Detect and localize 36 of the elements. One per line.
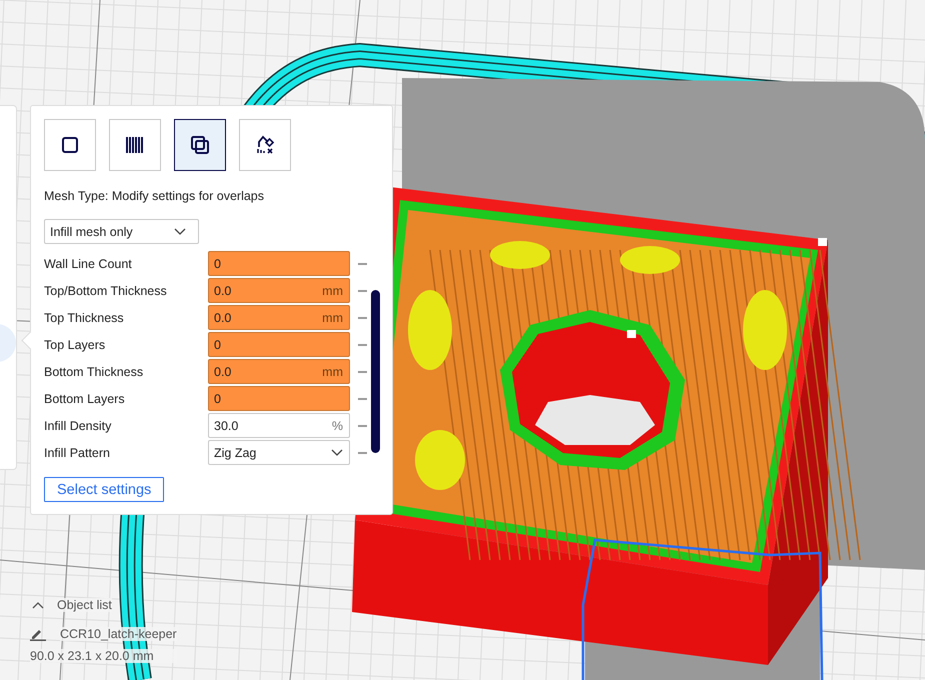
setting-label: Wall Line Count [44,256,133,270]
chevron-down-icon [174,228,186,236]
minus-icon [358,344,367,346]
setting-label: Bottom Thickness [44,364,144,378]
minus-icon [358,290,367,292]
setting-input-field[interactable]: 0 [208,386,350,411]
minus-icon [358,452,367,454]
setting-input-field[interactable]: 0 [208,332,350,357]
minus-icon [358,398,367,400]
minus-icon [358,370,367,372]
setting-input-field[interactable]: 0 [208,251,350,276]
setting-input-field[interactable]: 0.0 mm [208,359,350,384]
setting-input-field[interactable]: 30.0 % [208,413,350,438]
overlapping-squares-icon [188,133,212,157]
minus-icon [358,424,367,426]
minus-icon [358,316,367,318]
pencil-icon [30,627,46,641]
chevron-up-icon [32,601,44,609]
object-name: CCR10_latch-keeper [60,627,177,641]
setting-dropdown[interactable]: Zig Zag [208,440,350,465]
mode-dropdown[interactable]: Infill mesh only [44,219,199,244]
setting-label: Top/Bottom Thickness [44,284,168,298]
setting-label: Top Layers [44,338,106,352]
object-dimensions: 90.0 x 23.1 x 20.0 mm [30,649,177,663]
mesh-type-button[interactable] [174,119,226,171]
select-settings-button[interactable]: Select settings [44,477,164,502]
setting-label: Top Thickness [44,310,125,324]
minus-icon [358,262,367,264]
mesh-type-label: Mesh Type: Modify settings for overlaps [44,189,264,203]
setting-label: Infill Density [44,418,112,432]
setting-label: Bottom Layers [44,392,126,406]
setting-input-field[interactable]: 0.0 mm [208,305,350,330]
chevron-down-icon [331,448,343,456]
setting-input-field[interactable]: 0.0 mm [208,278,350,303]
setting-label: Infill Pattern [44,446,112,460]
scrollbar[interactable] [371,290,380,453]
